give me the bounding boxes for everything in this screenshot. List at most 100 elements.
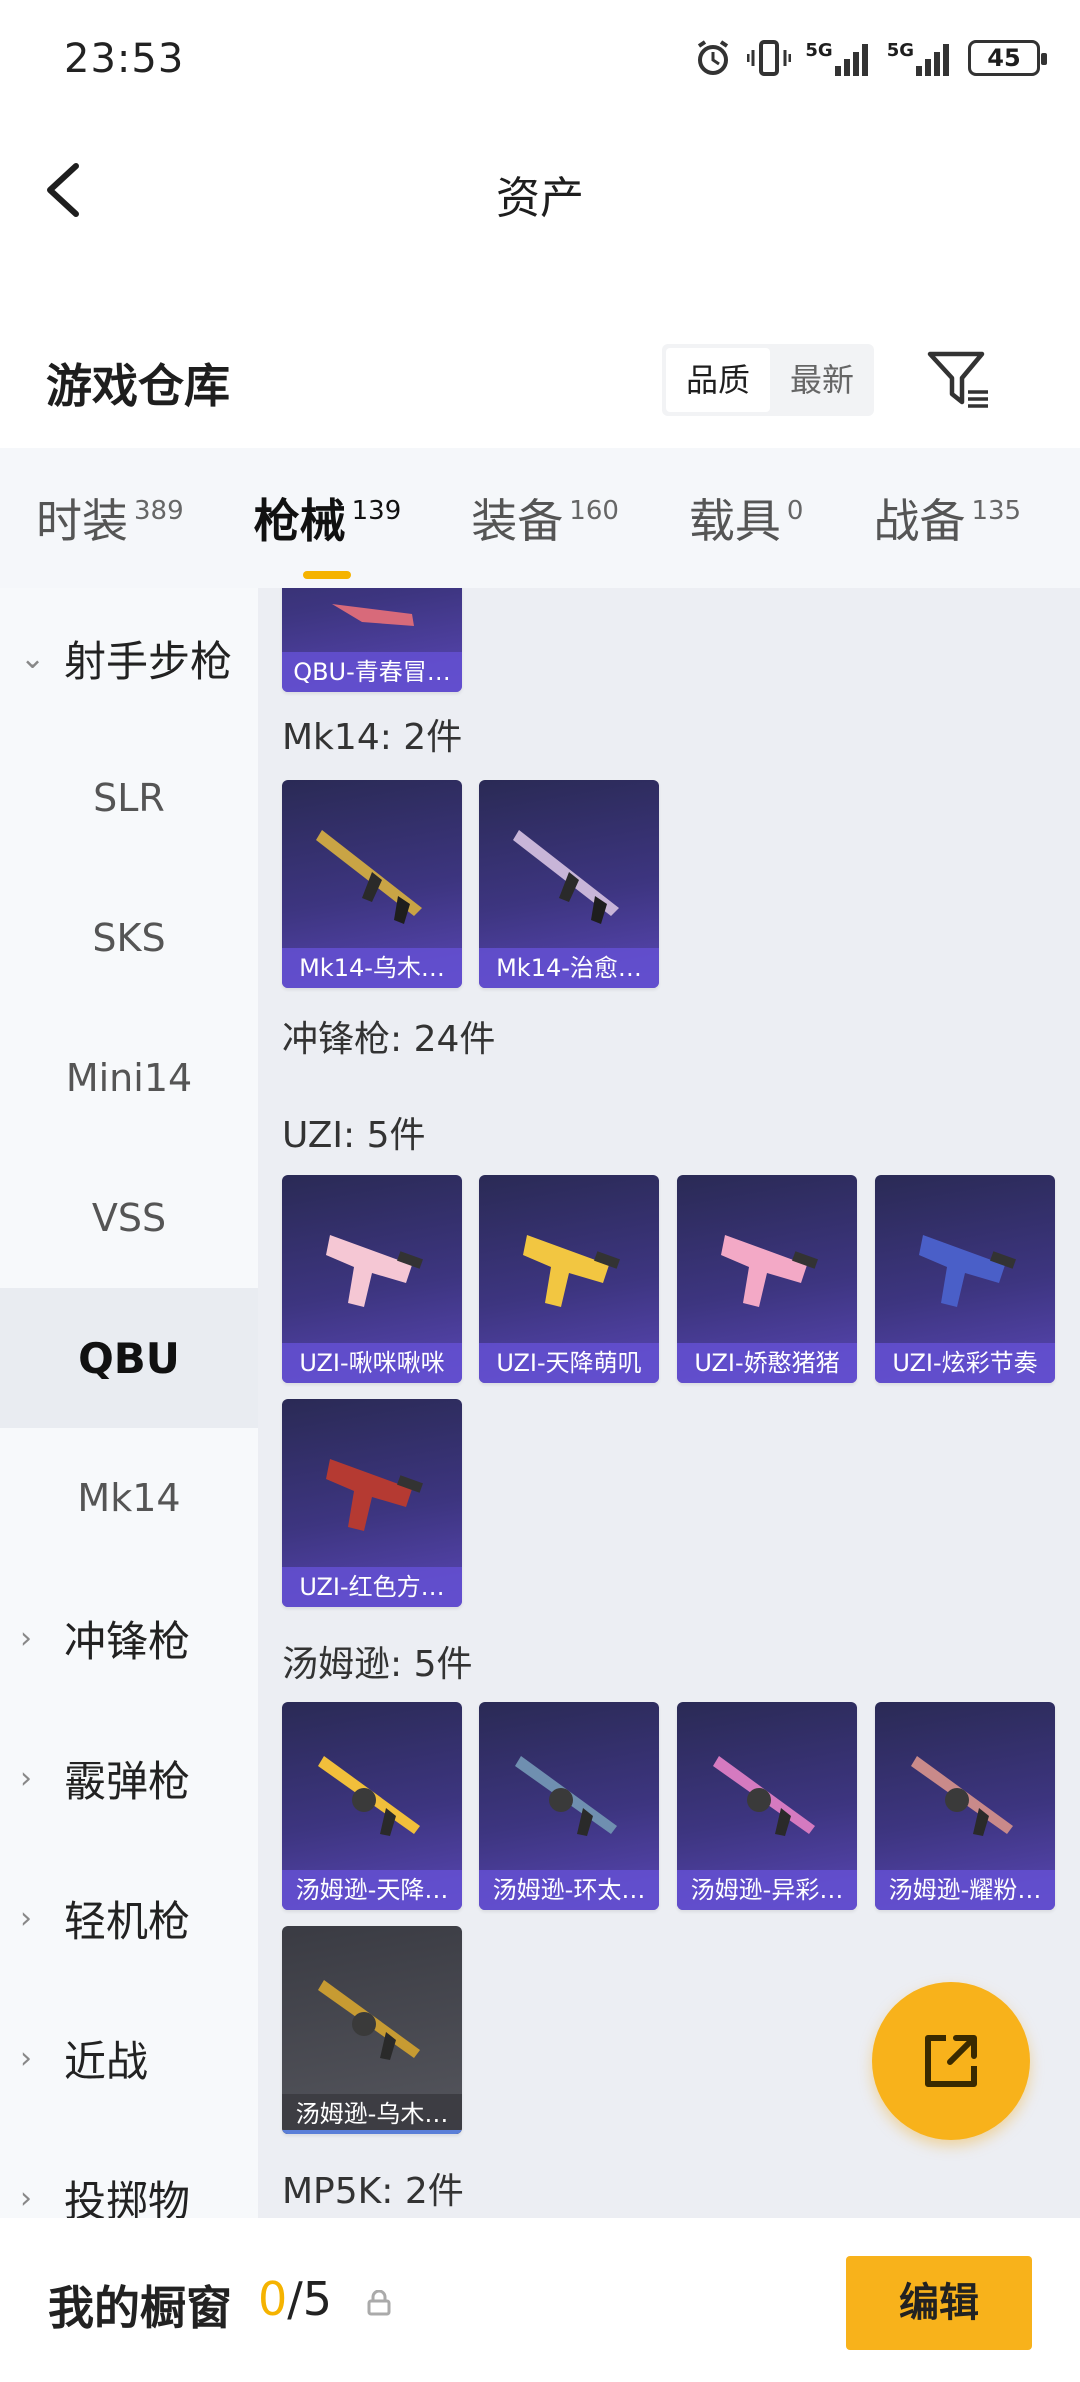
showcase-total: /5 <box>287 2272 333 2326</box>
weapon-card[interactable]: Mk14-治愈… <box>479 780 659 988</box>
chevron-right-icon: › <box>20 2180 32 2216</box>
tab-count: 139 <box>351 496 402 526</box>
weapon-card-label: Mk14-治愈… <box>479 948 659 988</box>
filter-icon[interactable] <box>924 344 994 414</box>
tab-vehicles[interactable]: 载具 0 <box>689 485 804 551</box>
tab-count: 389 <box>134 496 184 526</box>
thompson-drum <box>945 1788 969 1812</box>
weapon-card[interactable]: 汤姆逊-乌木… <box>282 1926 462 2134</box>
sidebar-group-shotgun[interactable]: › 霰弹枪 <box>0 1708 258 1848</box>
category-tabs: 时装 389 枪械 139 装备 160 载具 0 战备 135 <box>0 448 1080 588</box>
sidebar-item-label: 近战 <box>64 2036 149 2086</box>
chevron-right-icon: › <box>20 1900 32 1936</box>
sidebar-item-label: 轻机枪 <box>64 1896 191 1946</box>
sidebar-item-label: QBU <box>78 1333 180 1383</box>
page-title: 资产 <box>496 173 584 224</box>
tab-label: 装备 <box>471 494 564 548</box>
weapon-card[interactable]: 汤姆逊-天降… <box>282 1702 462 1910</box>
sidebar-group-smg[interactable]: › 冲锋枪 <box>0 1568 258 1708</box>
thompson-art <box>911 1756 1013 1836</box>
section-smg: 冲锋枪: 24件 <box>282 1019 496 1060</box>
weapon-card[interactable]: UZI-娇憨猪猪 <box>677 1175 857 1383</box>
app-header: 资产 <box>0 130 1080 250</box>
tab-count: 0 <box>786 496 804 526</box>
tab-fashion[interactable]: 时装 389 <box>36 485 184 551</box>
tab-label: 时装 <box>36 494 128 548</box>
sidebar-group-melee[interactable]: › 近战 <box>0 1988 258 2128</box>
weapon-card[interactable]: 汤姆逊-环太… <box>479 1702 659 1910</box>
smg-art <box>919 1235 1016 1307</box>
sidebar-item-label: SKS <box>92 916 166 960</box>
sidebar-item-sks[interactable]: SKS <box>0 868 258 1008</box>
sidebar-group-marksman-rifle[interactable]: ⌄ 射手步枪 <box>0 588 258 728</box>
sidebar-item-vss[interactable]: VSS <box>0 1148 258 1288</box>
weapon-card[interactable]: 汤姆逊-异彩… <box>677 1702 857 1910</box>
weapon-card[interactable]: UZI-红色方… <box>282 1399 462 1607</box>
share-icon <box>925 2035 977 2087</box>
chevron-right-icon: › <box>20 1760 32 1796</box>
thompson-drum <box>352 2012 376 2036</box>
smg-art <box>523 1235 620 1307</box>
section-mp5k: MP5K: 2件 <box>282 2171 464 2212</box>
lock-icon <box>367 2290 391 2316</box>
weapon-art <box>332 604 414 626</box>
weapon-card[interactable]: 汤姆逊-耀粉… <box>875 1702 1055 1910</box>
sort-quality-button[interactable]: 品质 <box>666 348 770 412</box>
sidebar-group-throwables[interactable]: › 投掷物 <box>0 2128 258 2219</box>
weapon-card-label: 汤姆逊-耀粉… <box>875 1870 1055 1910</box>
weapon-card-label: UZI-天降萌叽 <box>479 1343 659 1383</box>
chevron-right-icon: › <box>20 2040 32 2076</box>
thompson-art <box>515 1756 617 1836</box>
showcase-bar: 我的橱窗 0/5 编辑 <box>0 2218 1080 2382</box>
showcase-count: 0/5 <box>258 2272 332 2326</box>
tab-label: 枪械 <box>253 494 346 548</box>
thompson-drum <box>549 1788 573 1812</box>
warehouse-title: 游戏仓库 <box>46 359 230 413</box>
smg-body <box>523 1235 609 1307</box>
sidebar-item-label: Mk14 <box>77 1476 181 1520</box>
signal-label: 5G <box>886 40 914 61</box>
weapon-card[interactable]: UZI-炫彩节奏 <box>875 1175 1055 1383</box>
rifle-art <box>316 830 422 924</box>
smg-art <box>326 1235 423 1307</box>
signal-group-1: 5G <box>805 40 872 76</box>
sort-toggle: 品质 最新 <box>662 344 874 416</box>
tab-guns[interactable]: 枪械 139 <box>253 485 402 579</box>
status-bar: 23:53 5G 5G 45 <box>0 0 1080 120</box>
sidebar-group-lmg[interactable]: › 轻机枪 <box>0 1848 258 1988</box>
signal-icon <box>916 44 949 76</box>
smg-body <box>326 1459 412 1531</box>
battery-level: 45 <box>987 44 1021 72</box>
weapon-card-label: Mk14-乌木… <box>282 948 462 988</box>
weapon-card-label: UZI-炫彩节奏 <box>875 1343 1055 1383</box>
sidebar-item-slr[interactable]: SLR <box>0 728 258 868</box>
weapon-card[interactable]: QBU-青春冒… <box>282 588 462 692</box>
chevron-right-icon: › <box>20 1620 32 1656</box>
weapon-card[interactable]: Mk14-乌木… <box>282 780 462 988</box>
smg-art <box>326 1459 423 1531</box>
edit-button[interactable]: 编辑 <box>846 2256 1032 2350</box>
signal-icon <box>834 44 868 76</box>
sidebar-item-label: 射手步枪 <box>64 636 233 686</box>
weapon-card[interactable]: UZI-啾咪啾咪 <box>282 1175 462 1383</box>
share-fab-button[interactable] <box>872 1982 1030 2140</box>
weapon-card-label: UZI-啾咪啾咪 <box>282 1343 462 1383</box>
thompson-art <box>318 1980 420 2060</box>
smg-body <box>326 1235 412 1307</box>
showcase-title: 我的橱窗 <box>48 2281 232 2335</box>
sidebar-item-label: Mini14 <box>65 1056 193 1100</box>
tab-equipment[interactable]: 装备 160 <box>471 485 619 551</box>
sidebar-item-mini14[interactable]: Mini14 <box>0 1008 258 1148</box>
sidebar-item-qbu[interactable]: QBU <box>0 1288 258 1428</box>
sidebar-item-mk14[interactable]: Mk14 <box>0 1428 258 1568</box>
smg-body <box>721 1235 807 1307</box>
weapon-grid: QBU-青春冒… Mk14: 2件 Mk14-乌木… Mk14-治愈… 冲锋枪:… <box>258 588 1080 2218</box>
tab-battle-gear[interactable]: 战备 135 <box>873 485 1021 551</box>
status-icons: 5G 5G 45 <box>693 38 1047 78</box>
showcase-current: 0 <box>258 2272 288 2326</box>
section-thompson: 汤姆逊: 5件 <box>282 1644 473 1685</box>
sort-newest-button[interactable]: 最新 <box>770 348 874 412</box>
weapon-card[interactable]: UZI-天降萌叽 <box>479 1175 659 1383</box>
weapon-card-label: 汤姆逊-乌木… <box>282 2094 462 2134</box>
sidebar-item-label: 投掷物 <box>64 2176 191 2219</box>
